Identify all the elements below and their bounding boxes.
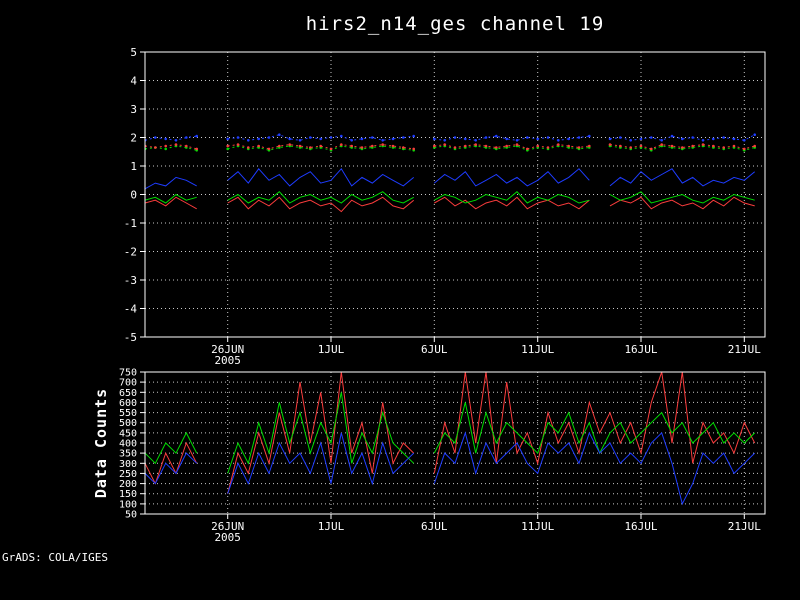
x-tick-year-label: 2005 (214, 354, 241, 367)
y-tick-label: 50 (125, 510, 137, 521)
blue-solid-line (145, 167, 756, 190)
y-tick-label: 100 (119, 499, 137, 510)
y-tick-label: 600 (119, 398, 137, 409)
x-tick-label: 6JUL (421, 343, 448, 356)
y-tick-label: 2 (130, 131, 137, 144)
y-tick-label: -1 (124, 217, 137, 230)
y-tick-label: 750 (119, 368, 137, 379)
x-tick-label: 11JUL (521, 520, 554, 533)
y-tick-label: -5 (124, 331, 137, 344)
y-tick-label: 300 (119, 459, 137, 470)
y-tick-label: 700 (119, 378, 137, 389)
x-tick-year-label: 2005 (214, 531, 241, 544)
y-tick-label: 500 (119, 418, 137, 429)
y-tick-label: 3 (130, 103, 137, 116)
y-tick-label: -2 (124, 245, 137, 258)
charts-canvas: 26JUN20051JUL 6JUL 11JUL 16JUL 21JUL-5-4-3-2… (119, 46, 766, 544)
y-tick-label: 550 (119, 408, 137, 419)
red-dotted-line (145, 144, 755, 150)
x-tick-label: 21JUL (728, 520, 761, 533)
y-tick-label: 200 (119, 479, 137, 490)
y-tick-label: 150 (119, 489, 137, 500)
x-tick-label: 6JUL (421, 520, 448, 533)
y-tick-label: 0 (130, 188, 137, 201)
y-tick-label: 250 (119, 469, 137, 480)
y-tick-label: 4 (130, 74, 137, 87)
x-tick-label: 1JUL (318, 520, 345, 533)
x-tick-label: 1JUL (318, 343, 345, 356)
green-dotted-line (145, 145, 755, 151)
y-tick-label: 450 (119, 428, 137, 439)
y-tick-label: 1 (130, 160, 137, 173)
y-tick-label: 650 (119, 388, 137, 399)
x-tick-label: 11JUL (521, 343, 554, 356)
y-tick-label: 400 (119, 439, 137, 450)
y-tick-label: 5 (130, 46, 137, 59)
y-tick-label: -3 (124, 274, 137, 287)
y-tick-label: 350 (119, 449, 137, 460)
grads-credit: GrADS: COLA/IGES (2, 551, 108, 564)
x-tick-label: 16JUL (624, 520, 657, 533)
x-tick-label: 21JUL (728, 343, 761, 356)
y-tick-label: -4 (124, 302, 138, 315)
grads-plot-screen: hirs2_n14_ges channel 19 Data Counts 26J… (0, 0, 800, 600)
x-tick-label: 16JUL (624, 343, 657, 356)
